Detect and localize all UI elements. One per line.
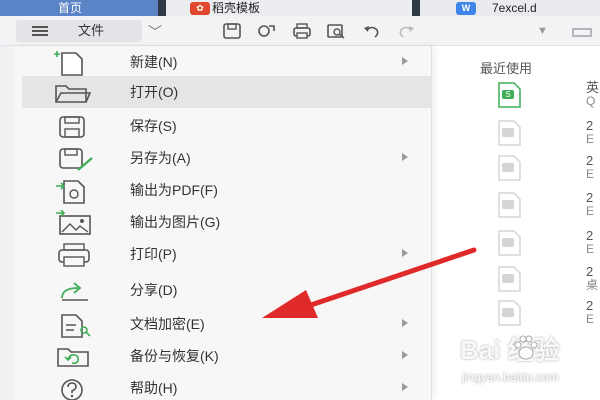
new-file-icon: [54, 51, 83, 76]
undo-icon[interactable]: [362, 22, 382, 40]
save-icon[interactable]: [222, 22, 242, 40]
recent-file-path: Q: [586, 94, 596, 108]
recent-file-item[interactable]: 2 E: [494, 228, 600, 258]
save-as-icon: [59, 148, 93, 171]
hamburger-icon: [32, 26, 48, 36]
backup-restore-icon: [57, 348, 89, 367]
dropdown-icon[interactable]: ▼: [537, 25, 548, 37]
recent-file-path: E: [586, 132, 595, 146]
menu-item-label: 分享(D): [130, 282, 178, 298]
tab-document-label: 7excel.d: [492, 1, 537, 15]
svg-text:S: S: [505, 90, 510, 99]
menu-item-label: 输出为图片(G): [130, 214, 221, 230]
recent-file-item[interactable]: 2 桌: [494, 264, 600, 294]
w-document-icon: W: [456, 2, 476, 15]
recent-file-path: E: [586, 242, 595, 256]
spreadsheet-icon: [498, 300, 521, 326]
recent-file-path: 桌: [586, 278, 599, 292]
menu-item-label: 新建(N): [130, 54, 178, 70]
menu-item-label: 输出为PDF(F): [130, 182, 218, 198]
spreadsheet-icon: [498, 155, 521, 181]
submenu-arrow-icon: [402, 57, 408, 65]
recent-file-path: E: [586, 204, 595, 218]
recent-file-item[interactable]: 2 E: [494, 190, 600, 220]
menu-item-help[interactable]: 帮助(H): [22, 372, 432, 400]
menu-item-encrypt-document[interactable]: 文档加密(E): [22, 308, 432, 340]
recent-file-name: 2: [586, 264, 594, 279]
submenu-arrow-icon: [402, 351, 408, 359]
spreadsheet-icon: S: [498, 82, 521, 108]
menu-item-save-as[interactable]: 另存为(A): [22, 142, 432, 174]
print-icon: [58, 243, 90, 267]
tab-docer-label: 稻壳模板: [212, 1, 261, 15]
folder-open-icon: [55, 85, 92, 103]
menu-item-save[interactable]: 保存(S): [22, 110, 432, 142]
print-preview-icon[interactable]: [326, 22, 346, 40]
watermark-logo-text: Bai 经验: [460, 335, 560, 365]
tab-home[interactable]: 首页: [0, 0, 158, 16]
submenu-arrow-icon: [402, 153, 408, 161]
redo-icon[interactable]: [396, 22, 416, 40]
save-as-icon[interactable]: [256, 22, 276, 40]
spreadsheet-icon: [498, 266, 521, 292]
menu-item-export-pdf[interactable]: 输出为PDF(F): [22, 174, 432, 206]
recent-file-item[interactable]: 2 E: [494, 153, 600, 183]
menu-item-label: 保存(S): [130, 118, 177, 134]
docer-logo-icon: ✿: [190, 2, 210, 15]
menu-item-export-image[interactable]: 输出为图片(G): [22, 206, 432, 238]
recent-file-name: 英: [586, 80, 600, 95]
recent-file-item[interactable]: 2 E: [494, 118, 600, 148]
menu-item-label: 另存为(A): [130, 150, 191, 166]
recent-files-title: 最近使用: [480, 61, 533, 76]
menu-item-new[interactable]: 新建(N): [22, 46, 432, 78]
menu-item-share[interactable]: 分享(D): [22, 274, 432, 306]
spreadsheet-icon: [498, 192, 521, 218]
menu-item-label: 文档加密(E): [130, 316, 205, 332]
recent-file-item[interactable]: 2 E: [494, 298, 600, 328]
window-mini-icon: [572, 28, 592, 37]
tab-document[interactable]: 7excel.d: [420, 0, 600, 16]
baidu-jingyan-watermark: Bai 经验 jingyan.baidu.com: [460, 330, 598, 396]
spreadsheet-icon: [498, 230, 521, 256]
chevron-down-icon[interactable]: ﹀: [148, 22, 162, 42]
submenu-arrow-icon: [402, 249, 408, 257]
file-menu-button[interactable]: 文件: [16, 20, 142, 42]
recent-file-path: E: [586, 167, 595, 181]
submenu-arrow-icon: [402, 319, 408, 327]
menu-item-label: 打开(O): [130, 84, 179, 100]
menu-item-print[interactable]: 打印(P): [22, 238, 432, 270]
recent-file-name: 2: [586, 228, 594, 243]
recent-file-name: 2: [586, 118, 594, 133]
menu-item-backup-restore[interactable]: 备份与恢复(K): [22, 340, 432, 372]
tab-bar: 首页 稻壳模板 ✿ 7excel.d W: [0, 0, 600, 16]
menu-item-label: 打印(P): [130, 246, 177, 262]
watermark-url: jingyan.baidu.com: [462, 370, 559, 384]
tab-home-label: 首页: [58, 1, 83, 15]
file-menu: 新建(N) 打开(O) 保存(S) 另存为(A) 输出为PDF(F) 输出为图片…: [14, 46, 432, 400]
baidu-paw-icon: [514, 335, 538, 360]
file-menu-label: 文件: [78, 23, 105, 38]
menu-item-open[interactable]: 打开(O): [22, 76, 432, 108]
print-icon[interactable]: [292, 22, 312, 40]
submenu-arrow-icon: [402, 383, 408, 391]
recent-file-path: E: [586, 312, 595, 326]
left-panel-strip: [0, 46, 14, 400]
quick-toolbar: 文件 ﹀ ▼: [0, 16, 600, 46]
recent-file-item[interactable]: S 英 Q: [494, 80, 600, 110]
export-image-icon: [56, 210, 91, 235]
menu-item-label: 备份与恢复(K): [130, 348, 219, 364]
share-icon: [61, 282, 88, 301]
menu-item-label: 帮助(H): [130, 380, 178, 396]
export-pdf-icon: [56, 180, 85, 204]
recent-file-name: 2: [586, 153, 594, 168]
encrypt-document-icon: [61, 314, 91, 338]
recent-file-name: 2: [586, 298, 594, 313]
save-icon: [59, 116, 85, 138]
help-icon: [61, 379, 83, 400]
recent-file-name: 2: [586, 190, 594, 205]
spreadsheet-icon: [498, 120, 521, 146]
